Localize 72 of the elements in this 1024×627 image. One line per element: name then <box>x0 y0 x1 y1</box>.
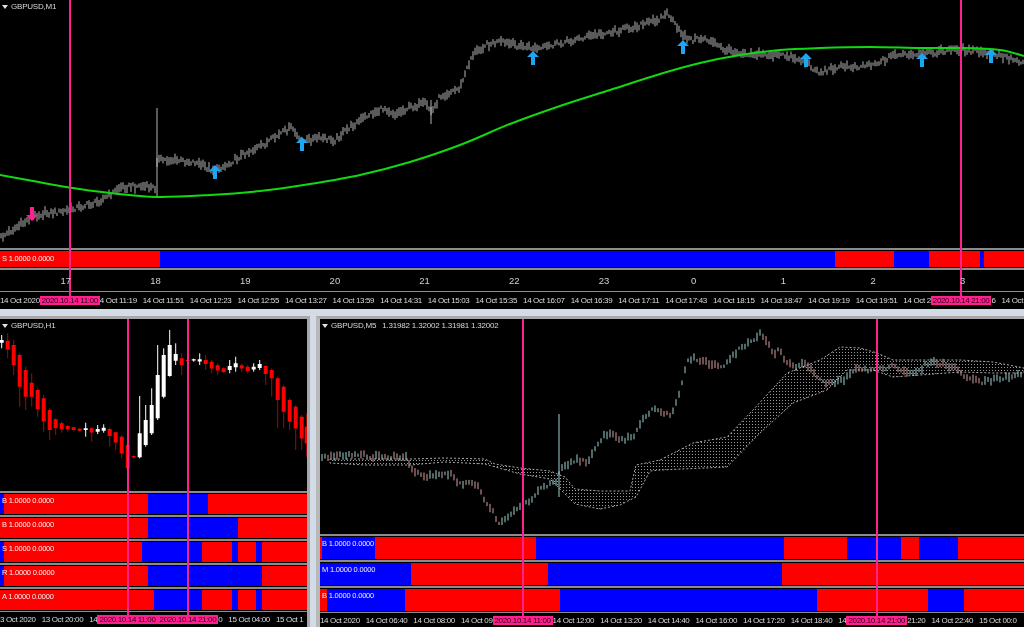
time-axis-label: 14 Oct 11:51 <box>142 296 184 305</box>
hour-label: 3 <box>960 275 966 286</box>
up-arrow-icon <box>296 137 308 151</box>
time-axis-label: 14 Oct 18:47 <box>760 296 803 305</box>
time-marker-label: 2020.10.14 11:00 <box>97 615 158 624</box>
up-arrow-icon <box>916 53 928 67</box>
time-marker-label: 2020.10.14 21:00 <box>846 616 908 625</box>
time-axis-label: 14 Oct 12:23 <box>189 296 232 305</box>
time-axis-label: 14 <box>838 616 847 625</box>
time-axis-label: 14 Oct 15:03 <box>427 296 470 305</box>
time-axis-label: 14 Oct 14:40 <box>647 616 690 625</box>
time-axis-label: 14 Oct 17:43 <box>665 296 707 305</box>
time-marker-label: 2020.10.14 11:00 <box>492 616 553 625</box>
time-axis-label: 14 Oct 2020 <box>0 296 40 305</box>
time-axis-label: 14 Oct 18:40 <box>790 616 833 625</box>
price-quote: 1.31982 1.32002 1.31981 1.32002 <box>382 321 499 330</box>
time-axis-label: 4 Oct 11:19 <box>99 296 137 305</box>
time-axis-label: 14 Oct 08:00 <box>413 616 455 625</box>
time-axis-label: 14 Oct 2020 <box>320 616 360 625</box>
time-axis-label: 14 Oct 2 <box>903 296 931 305</box>
time-axis-label: 14 Oct 12:00 <box>552 616 595 625</box>
time-axis-label: 14 Oct 19:19 <box>808 296 850 305</box>
up-arrow-icon <box>209 165 221 179</box>
time-axis-label: 14 Oct 18:15 <box>712 296 755 305</box>
time-axis-label: 14 <box>89 615 98 624</box>
time-axis-label: 14 Oct 15:35 <box>475 296 518 305</box>
up-arrow-icon <box>800 53 812 67</box>
hour-label: 0 <box>691 275 697 286</box>
time-axis-label: 14 Oct 17:11 <box>618 296 660 305</box>
time-marker-label: 2020.10.14 21:00 <box>157 615 219 624</box>
chart-title: GBPUSD,M5 <box>331 321 377 330</box>
up-arrow-icon <box>527 51 539 65</box>
time-axis-label: 14 Oct 16:00 <box>695 616 738 625</box>
time-axis-label: 14 Oct <box>1001 296 1024 305</box>
time-axis-label: 15 Oct 1 <box>275 615 304 624</box>
time-axis-label: 14 Oct 06:40 <box>365 616 408 625</box>
hour-label: 2 <box>870 275 876 286</box>
time-axis-label: 15 Oct 04:00 <box>228 615 270 624</box>
caret-icon[interactable] <box>2 323 8 328</box>
hour-label: 20 <box>329 275 341 286</box>
time-axis-label: 6 <box>991 296 996 305</box>
time-axis-label: 14 Oct 16:07 <box>523 296 565 305</box>
time-axis-label: 14 Oct 13:20 <box>600 616 642 625</box>
down-arrow-icon <box>26 207 38 221</box>
time-axis-label: 13 Oct 20:00 <box>41 615 84 624</box>
hour-label: 21 <box>419 275 430 286</box>
caret-icon[interactable] <box>322 323 328 328</box>
caret-icon[interactable] <box>2 4 8 9</box>
time-axis-label: 14 Oct 17:20 <box>743 616 785 625</box>
time-axis-label: 14 Oct 14:31 <box>380 296 422 305</box>
time-marker-label: 2020.10.14 11:00 <box>39 296 100 305</box>
hour-label: 22 <box>509 275 520 286</box>
up-arrow-icon <box>985 49 997 63</box>
up-arrow-icon <box>677 40 689 54</box>
hour-label: 19 <box>239 275 251 286</box>
time-axis-label: 21:20 <box>907 616 926 625</box>
time-axis-label: 15 Oct 00:0 <box>979 616 1017 625</box>
chart-title: GBPUSD,H1 <box>11 321 56 330</box>
hour-label: 23 <box>598 275 610 286</box>
time-axis-label: 14 Oct 12:55 <box>237 296 279 305</box>
time-axis-label: 14 Oct 13:27 <box>285 296 327 305</box>
time-marker-label: 2020.10.14 21:00 <box>930 296 992 305</box>
hour-label: 18 <box>150 275 161 286</box>
time-axis-label: 14 Oct 13:59 <box>332 296 375 305</box>
hour-label: 1 <box>780 275 786 286</box>
time-axis-label: 0 <box>218 615 223 624</box>
time-axis-label: 14 Oct 16:39 <box>570 296 613 305</box>
time-axis-label: 3 Oct 2020 <box>0 615 36 624</box>
time-axis-label: 14 Oct 22:40 <box>931 616 974 625</box>
time-axis-label: 14 Oct 19:51 <box>855 296 898 305</box>
time-axis-label: 14 Oct 09 <box>460 616 493 625</box>
chart-title: GBPUSD,M1 <box>11 2 57 11</box>
